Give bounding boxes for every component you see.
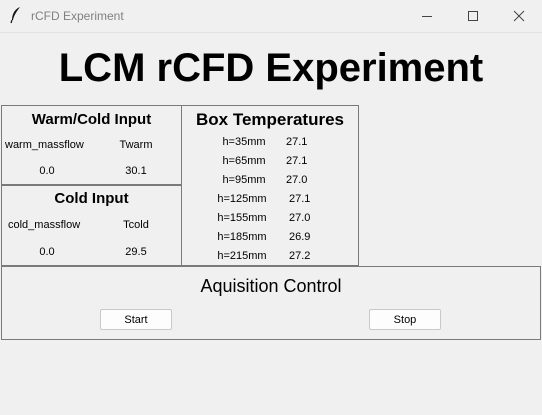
temp-row-value: 27.0 xyxy=(286,174,308,186)
stop-button[interactable]: Stop xyxy=(369,309,441,330)
cold-input-title: Cold Input xyxy=(54,190,129,207)
temp-row-label: h=95mm xyxy=(222,174,266,186)
title-bar: rCFD Experiment xyxy=(0,0,542,33)
temp-row-value: 26.9 xyxy=(289,231,311,243)
box-temperatures-title: Box Temperatures xyxy=(195,110,344,129)
acquisition-control-title: Aquisition Control xyxy=(200,276,342,296)
close-button[interactable] xyxy=(496,0,542,32)
warm-massflow-label: warm_massflow xyxy=(5,139,84,151)
warm-massflow-value: 0.0 xyxy=(39,165,55,177)
tcold-value: 29.5 xyxy=(125,246,147,258)
twarm-value: 30.1 xyxy=(125,165,147,177)
maximize-button[interactable] xyxy=(450,0,496,32)
close-icon xyxy=(513,10,525,22)
acquisition-control-frame: Aquisition Control Start Stop xyxy=(1,266,541,340)
temp-row-value: 27.0 xyxy=(289,212,311,224)
window-title: rCFD Experiment xyxy=(31,9,124,23)
temp-row-label: h=125mm xyxy=(217,193,267,205)
temp-row-value: 27.1 xyxy=(289,193,311,205)
warm-cold-input-title: Warm/Cold Input xyxy=(31,111,152,128)
cold-massflow-label: cold_massflow xyxy=(8,219,81,231)
feather-icon xyxy=(9,6,23,24)
maximize-icon xyxy=(467,10,479,22)
temp-row-value: 27.2 xyxy=(289,250,311,262)
temp-row-value: 27.1 xyxy=(286,155,308,167)
temp-row-label: h=65mm xyxy=(222,155,266,167)
temp-row-label: h=35mm xyxy=(222,136,266,148)
temp-row-value: 27.1 xyxy=(286,136,308,148)
temp-row-label: h=185mm xyxy=(217,231,267,243)
minimize-icon xyxy=(421,10,433,22)
tcold-label: Tcold xyxy=(123,219,149,231)
temp-row-label: h=215mm xyxy=(217,250,267,262)
warm-cold-input-frame: Warm/Cold Input warm_massflow Twarm 0.0 … xyxy=(1,105,182,185)
minimize-button[interactable] xyxy=(404,0,450,32)
temp-row-label: h=155mm xyxy=(217,212,267,224)
box-temperatures-frame: Box Temperatures h=35mm 27.1 h=65mm 27.1… xyxy=(181,105,359,266)
twarm-label: Twarm xyxy=(119,139,153,151)
start-button[interactable]: Start xyxy=(100,309,172,330)
cold-massflow-value: 0.0 xyxy=(39,246,55,258)
cold-input-frame: Cold Input cold_massflow Tcold 0.0 29.5 xyxy=(1,185,182,266)
page-title: LCM rCFD Experiment xyxy=(58,46,484,90)
